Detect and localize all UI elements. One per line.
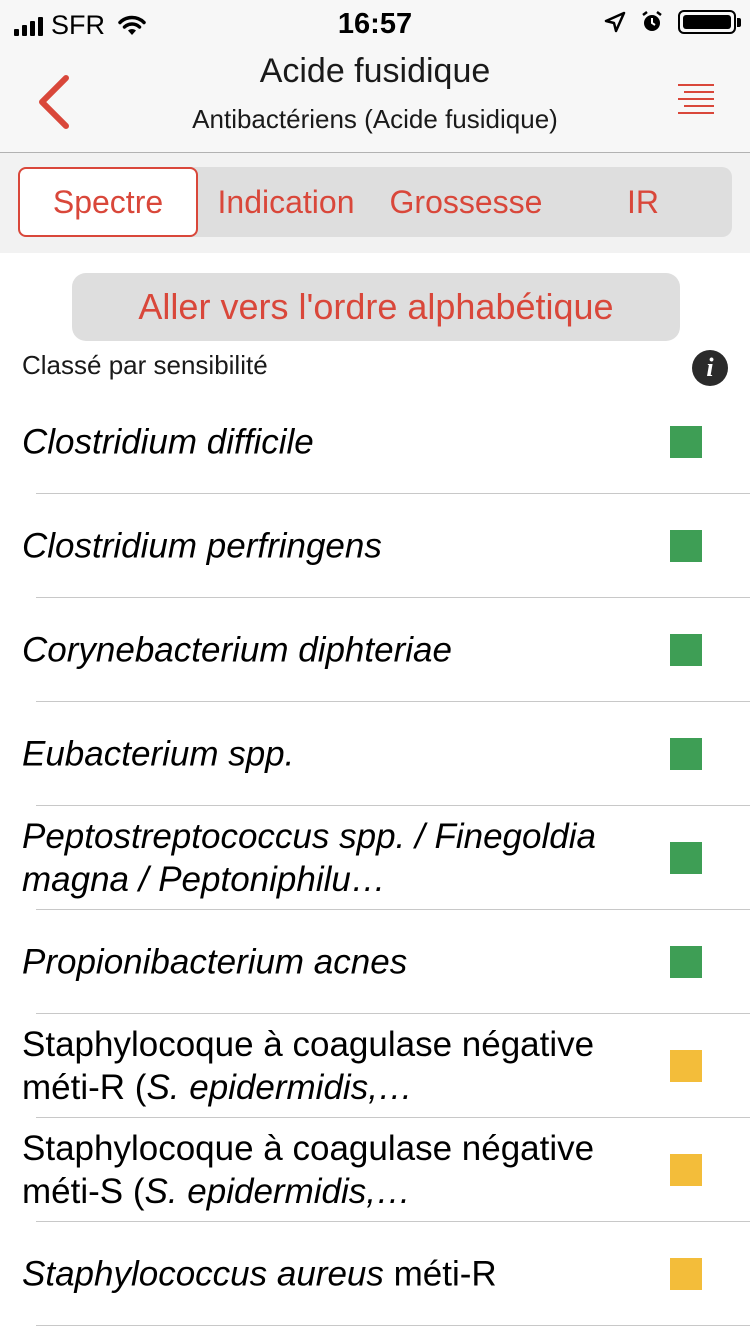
organism-list: Clostridium difficile Clostridium perfrin…	[0, 390, 750, 1326]
sensitivity-intermediate-indicator	[670, 1153, 702, 1186]
organism-name-italic: Eubacterium spp.	[22, 734, 295, 773]
sensitivity-sensitive-indicator	[670, 425, 702, 458]
location-arrow-icon	[604, 11, 626, 33]
page-subtitle: Antibactériens (Acide fusidique)	[192, 104, 558, 134]
alarm-icon	[642, 11, 662, 31]
organism-name-italic: Propionibacterium acnes	[22, 942, 408, 981]
organism-name-italic: Staphylococcus aureus	[22, 1254, 384, 1293]
sensitivity-intermediate-indicator	[670, 1257, 702, 1290]
organism-name-italic: Peptostreptococcus spp. / Finegoldia mag…	[22, 816, 596, 899]
sensitivity-sensitive-indicator	[670, 945, 702, 978]
status-bar: SFR 16:57	[0, 0, 750, 50]
organism-name-suffix: méti-R	[383, 1254, 497, 1293]
menu-icon[interactable]	[678, 84, 714, 114]
organism-name: Clostridium perfringens	[22, 524, 642, 567]
sort-label: Classé par sensibilité	[22, 350, 268, 380]
sensitivity-sensitive-indicator	[670, 633, 702, 666]
status-right	[604, 10, 741, 34]
sensitivity-sensitive-indicator	[670, 841, 702, 874]
list-item[interactable]: Staphylocoque à coagulase négative méti-…	[22, 1014, 750, 1118]
organism-name: Staphylocoque à coagulase négative méti-…	[22, 1127, 642, 1213]
organism-name: Staphylocoque à coagulase négative méti-…	[22, 1023, 642, 1109]
list-item[interactable]: Eubacterium spp.	[22, 702, 750, 806]
list-item[interactable]: Clostridium perfringens	[22, 494, 750, 598]
organism-name: Staphylococcus aureus méti-R	[22, 1252, 642, 1295]
organism-name-italic: Clostridium difficile	[22, 422, 314, 461]
segmented-control: Spectre Indication Grossesse IR	[18, 167, 732, 237]
page-title: Acide fusidique	[259, 52, 491, 90]
list-item[interactable]: Clostridium difficile	[22, 390, 750, 494]
tab-ir[interactable]: IR	[598, 167, 688, 237]
info-icon[interactable]: i	[692, 350, 728, 386]
list-item[interactable]: Corynebacterium diphteriae	[22, 598, 750, 702]
organism-name-italic: Corynebacterium diphteriae	[22, 630, 452, 669]
list-item[interactable]: Peptostreptococcus spp. / Finegoldia mag…	[22, 806, 750, 910]
organism-name: Propionibacterium acnes	[22, 940, 642, 983]
tab-spectre[interactable]: Spectre	[18, 167, 198, 237]
organism-name: Corynebacterium diphteriae	[22, 628, 642, 671]
battery-icon	[678, 10, 741, 34]
list-item[interactable]: Staphylococcus aureus méti-R	[22, 1222, 750, 1326]
list-item[interactable]: Staphylocoque à coagulase négative méti-…	[22, 1118, 750, 1222]
organism-name: Clostridium difficile	[22, 420, 642, 463]
organism-name-italic: S. epidermidis,…	[146, 1067, 413, 1107]
tab-grossesse[interactable]: Grossesse	[376, 167, 556, 237]
organism-name: Eubacterium spp.	[22, 732, 642, 775]
segment-bar: Spectre Indication Grossesse IR	[0, 153, 750, 253]
organism-name-italic: Clostridium perfringens	[22, 526, 382, 565]
list-item[interactable]: Propionibacterium acnes	[22, 910, 750, 1014]
nav-bar: Acide fusidique Antibactériens (Acide fu…	[0, 50, 750, 153]
tab-indication[interactable]: Indication	[206, 167, 366, 237]
sensitivity-intermediate-indicator	[670, 1049, 702, 1082]
organism-name: Peptostreptococcus spp. / Finegoldia mag…	[22, 815, 642, 901]
organism-name-italic: S. epidermidis,…	[144, 1171, 411, 1211]
sensitivity-sensitive-indicator	[670, 737, 702, 770]
sensitivity-sensitive-indicator	[670, 529, 702, 562]
alphabetical-order-button[interactable]: Aller vers l'ordre alphabétique	[72, 273, 680, 341]
